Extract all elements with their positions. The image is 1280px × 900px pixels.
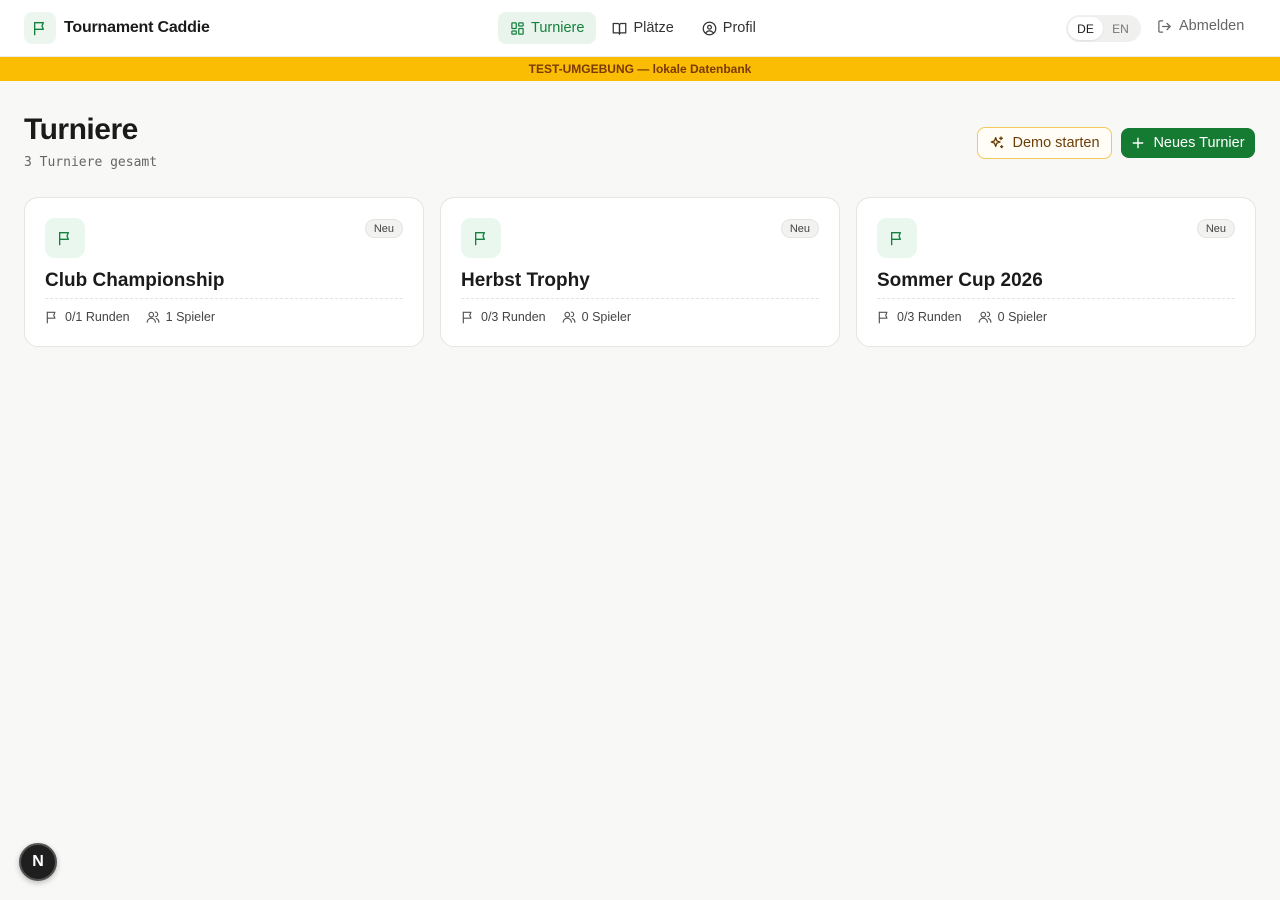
dev-tools-button[interactable]: N <box>19 843 57 881</box>
players-text: 1 Spieler <box>165 310 215 324</box>
users-icon <box>978 310 992 324</box>
nav-label: Turniere <box>531 20 585 36</box>
nav-item-turniere[interactable]: Turniere <box>498 12 597 44</box>
tournament-title: Herbst Trophy <box>461 270 819 299</box>
book-icon <box>612 21 627 36</box>
sparkles-icon <box>989 135 1005 151</box>
main-nav: Turniere Plätze Profil <box>498 12 768 44</box>
status-badge: Neu <box>1196 219 1235 238</box>
flag-icon <box>24 12 56 44</box>
banner-text: TEST-UMGEBUNG — lokale Datenbank <box>528 62 752 76</box>
rounds-info: 0/3 Runden <box>461 310 546 324</box>
nav-item-profil[interactable]: Profil <box>690 12 768 44</box>
rounds-text: 0/3 Runden <box>897 310 962 324</box>
new-button-label: Neues Turnier <box>1153 135 1245 151</box>
demo-start-button[interactable]: Demo starten <box>977 127 1112 159</box>
lang-en-button[interactable]: EN <box>1103 17 1138 40</box>
rounds-text: 0/1 Runden <box>65 310 130 324</box>
tournament-card[interactable]: Neu Club Championship 0/1 Runden 1 Spiel… <box>24 197 424 347</box>
tournament-meta: 0/1 Runden 1 Spieler <box>45 310 215 324</box>
demo-button-label: Demo starten <box>1012 135 1100 151</box>
flag-icon <box>877 310 891 324</box>
rounds-text: 0/3 Runden <box>481 310 546 324</box>
tournament-card[interactable]: Neu Sommer Cup 2026 0/3 Runden 0 Spieler <box>856 197 1256 347</box>
lang-de-button[interactable]: DE <box>1068 17 1103 40</box>
tournament-title: Club Championship <box>45 270 403 299</box>
logout-icon <box>1157 19 1172 34</box>
tournament-card[interactable]: Neu Herbst Trophy 0/3 Runden 0 Spieler <box>440 197 840 347</box>
players-text: 0 Spieler <box>581 310 631 324</box>
status-badge: Neu <box>780 219 819 238</box>
logout-button[interactable]: Abmelden <box>1157 18 1244 34</box>
flag-icon <box>45 310 59 324</box>
nav-label: Profil <box>722 20 756 36</box>
page-title: Turniere <box>24 113 138 146</box>
flag-icon <box>45 218 85 258</box>
status-badge: Neu <box>364 219 403 238</box>
tournament-list: Neu Club Championship 0/1 Runden 1 Spiel… <box>24 197 1256 347</box>
flag-icon <box>877 218 917 258</box>
players-text: 0 Spieler <box>997 310 1047 324</box>
rounds-info: 0/3 Runden <box>877 310 962 324</box>
top-bar: Tournament Caddie Turniere Plätze Profil… <box>0 0 1280 57</box>
tournament-title: Sommer Cup 2026 <box>877 270 1235 299</box>
page-subtitle: 3 Turniere gesamt <box>24 155 158 170</box>
nav-label: Plätze <box>633 20 674 36</box>
players-info: 1 Spieler <box>146 310 215 324</box>
brand[interactable]: Tournament Caddie <box>24 12 210 44</box>
logout-label: Abmelden <box>1179 18 1245 34</box>
users-icon <box>146 310 160 324</box>
environment-banner: TEST-UMGEBUNG — lokale Datenbank <box>0 57 1280 81</box>
plus-icon <box>1131 136 1145 150</box>
players-info: 0 Spieler <box>562 310 631 324</box>
tournament-meta: 0/3 Runden 0 Spieler <box>877 310 1047 324</box>
flag-icon <box>461 310 475 324</box>
nav-item-plaetze[interactable]: Plätze <box>600 12 685 44</box>
language-toggle: DE EN <box>1066 15 1141 42</box>
tournament-meta: 0/3 Runden 0 Spieler <box>461 310 631 324</box>
new-tournament-button[interactable]: Neues Turnier <box>1121 128 1255 158</box>
rounds-info: 0/1 Runden <box>45 310 130 324</box>
user-circle-icon <box>702 21 717 36</box>
users-icon <box>562 310 576 324</box>
brand-name: Tournament Caddie <box>64 19 210 36</box>
grid-icon <box>510 21 525 36</box>
flag-icon <box>461 218 501 258</box>
players-info: 0 Spieler <box>978 310 1047 324</box>
